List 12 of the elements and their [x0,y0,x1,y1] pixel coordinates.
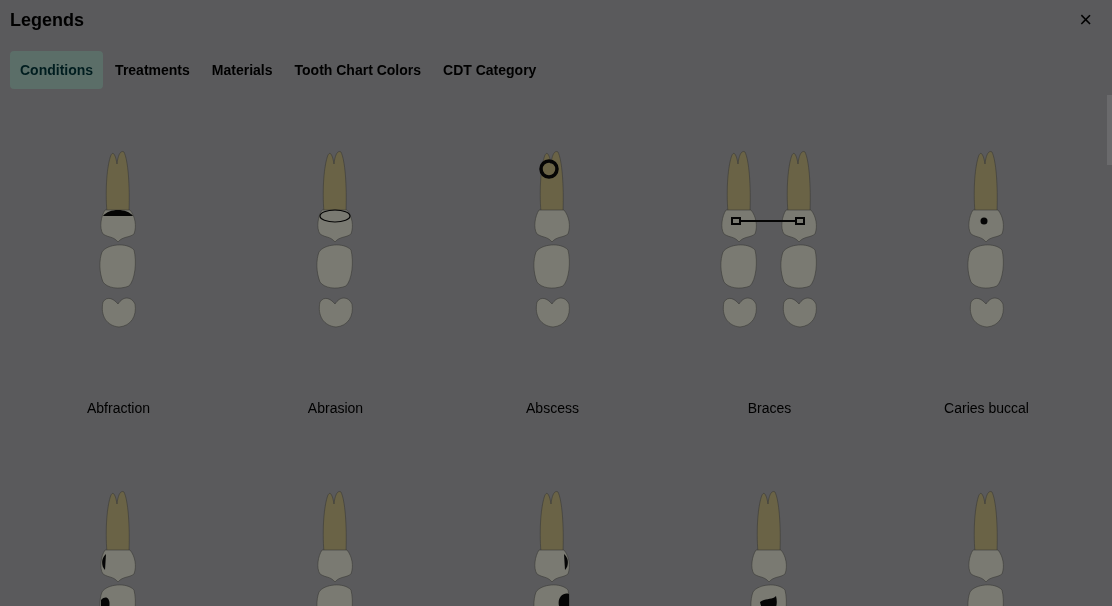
tab[interactable]: CDT Category [433,51,547,89]
condition-label: Abfraction [86,400,150,416]
tab[interactable]: Materials [201,51,283,89]
tab[interactable]: Conditions [10,51,104,89]
dialog-title: Legends [10,9,84,31]
tab[interactable]: Tooth Chart Colors [284,51,432,89]
close-button[interactable]: × [1075,10,1096,30]
tab[interactable]: Treatments [105,51,200,89]
condition-label: Abscess [526,400,579,416]
condition-label: Caries buccal [944,400,1029,416]
condition-label: Abrasion [307,400,364,416]
condition-label: Braces [747,400,792,416]
